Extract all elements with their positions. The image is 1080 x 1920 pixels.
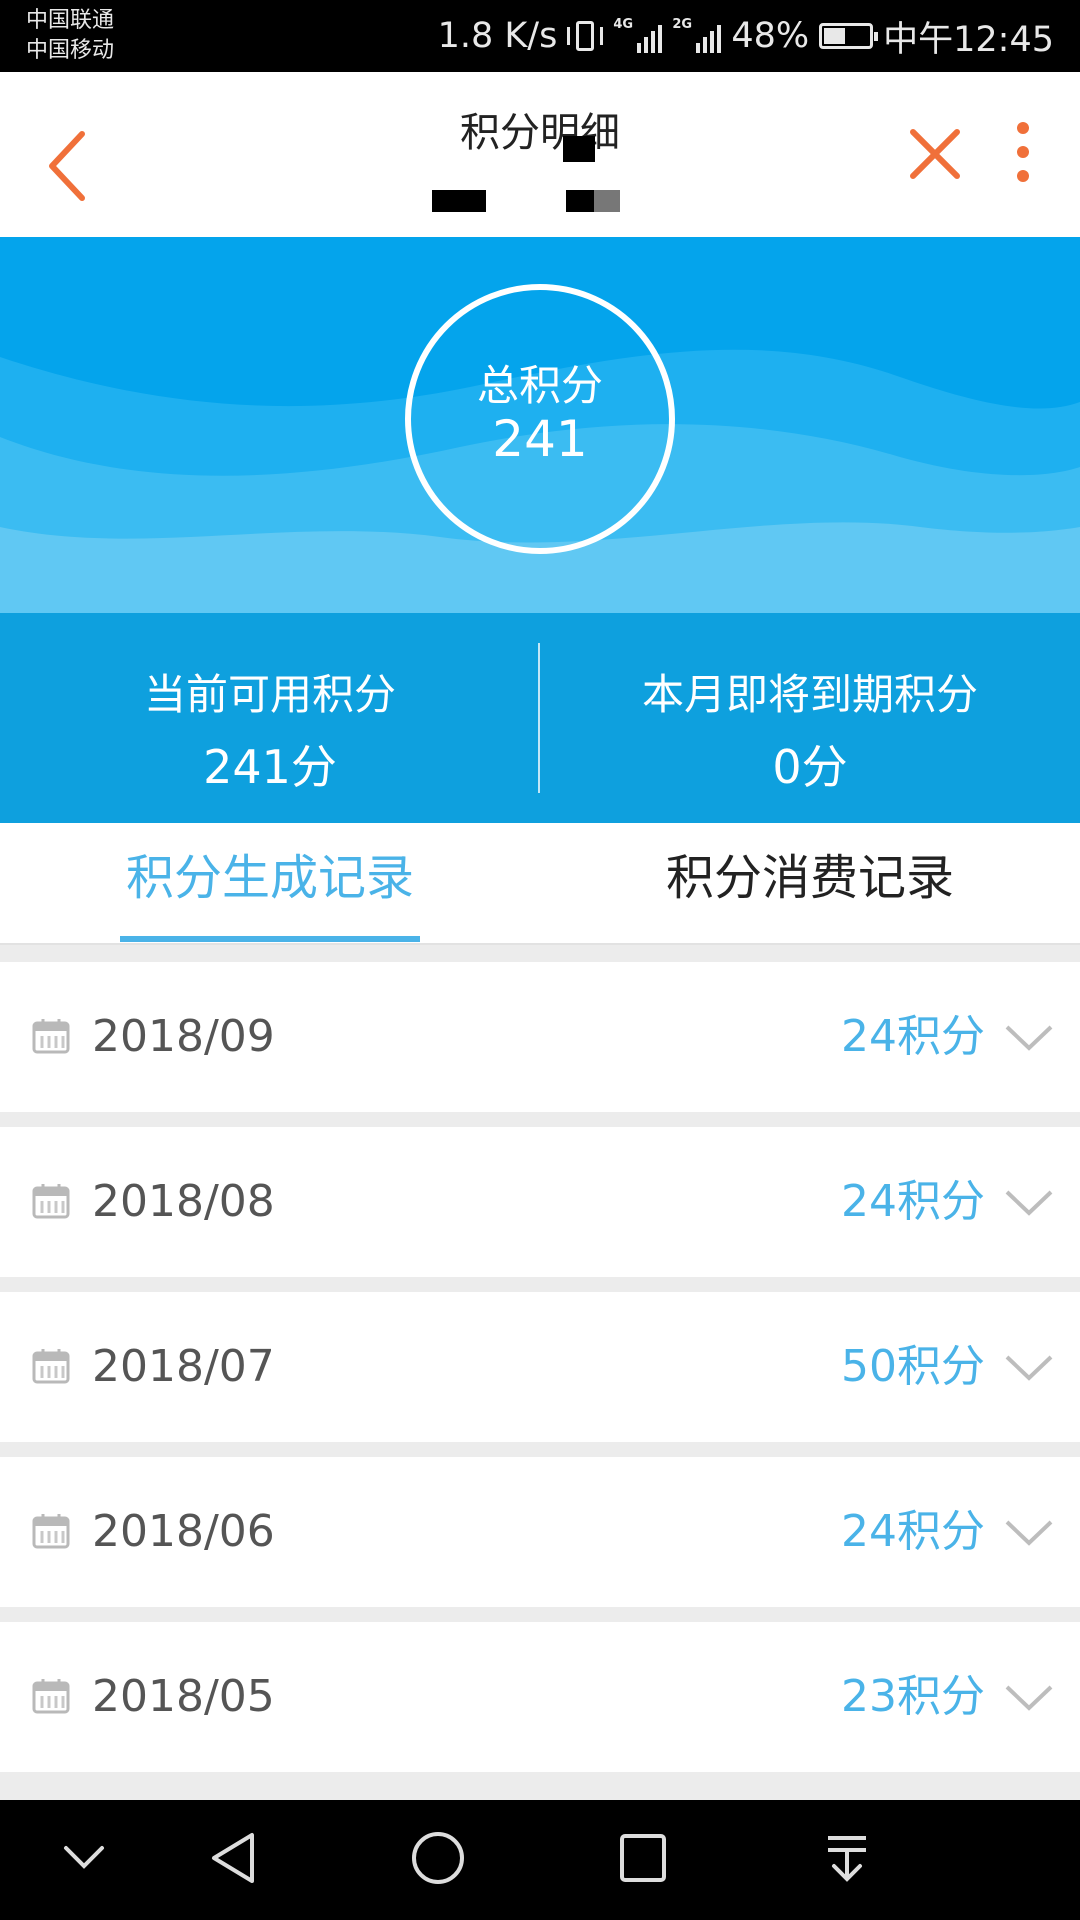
- list-item[interactable]: 2018/08 24积分: [0, 1127, 1080, 1277]
- points-hero: 总积分 241: [0, 237, 1080, 613]
- signal-icon-2: 2G: [672, 17, 722, 53]
- redaction-block: [563, 136, 595, 162]
- chevron-down-icon[interactable]: [1004, 1187, 1054, 1217]
- points-summary: 当前可用积分 241分 本月即将到期积分 0分: [0, 613, 1080, 823]
- record-points: 50积分: [841, 1341, 985, 1392]
- notification-pulldown-button[interactable]: [822, 1830, 872, 1886]
- redaction-block: [432, 190, 486, 212]
- chevron-down-icon[interactable]: [1004, 1022, 1054, 1052]
- network-speed: 1.8 K/s: [437, 16, 558, 56]
- record-date: 2018/06: [92, 1506, 275, 1557]
- expiring-points: 本月即将到期积分 0分: [540, 613, 1080, 823]
- carrier-2: 中国移动: [26, 38, 115, 63]
- redaction-block: [566, 190, 594, 212]
- expiring-points-value: 0分: [772, 740, 848, 794]
- total-points-label: 总积分: [476, 361, 603, 410]
- battery-icon: [819, 23, 879, 49]
- list-item[interactable]: 2018/05 23积分: [0, 1622, 1080, 1772]
- back-nav-button[interactable]: [208, 1830, 258, 1886]
- active-tab-indicator: [120, 936, 420, 942]
- expiring-points-label: 本月即将到期积分: [641, 670, 978, 719]
- chevron-down-icon[interactable]: [1004, 1352, 1054, 1382]
- list-item[interactable]: 2018/06 24积分: [0, 1457, 1080, 1607]
- record-date: 2018/05: [92, 1671, 275, 1722]
- calendar-icon: [32, 1349, 70, 1384]
- hide-nav-button[interactable]: [62, 1842, 106, 1872]
- tab-earned-records[interactable]: 积分生成记录: [0, 823, 540, 943]
- network-type-1: 4G: [613, 17, 634, 32]
- available-points-value: 241分: [203, 740, 337, 794]
- status-indicators: 1.8 K/s 4G 2G 48% 中午12:45: [438, 0, 1054, 72]
- available-points: 当前可用积分 241分: [0, 613, 540, 823]
- list-item[interactable]: 2018/09 24积分: [0, 962, 1080, 1112]
- carrier-1: 中国联通: [26, 8, 115, 33]
- redaction-block: [594, 190, 620, 212]
- list-item[interactable]: 2018/07 50积分: [0, 1292, 1080, 1442]
- close-icon: [910, 129, 960, 179]
- chevron-down-icon[interactable]: [1004, 1682, 1054, 1712]
- signal-icon-1: 4G: [613, 17, 663, 53]
- more-vertical-icon: [1017, 122, 1029, 182]
- record-points: 24积分: [841, 1011, 985, 1062]
- available-points-label: 当前可用积分: [143, 670, 396, 719]
- recents-nav-button[interactable]: [618, 1830, 668, 1886]
- record-points: 23积分: [841, 1671, 985, 1722]
- vibrate-icon: [567, 19, 604, 53]
- calendar-icon: [32, 1184, 70, 1219]
- header: 积分明细: [0, 72, 1080, 237]
- calendar-icon: [32, 1514, 70, 1549]
- network-type-2: 2G: [672, 17, 693, 32]
- record-points: 24积分: [841, 1176, 985, 1227]
- carrier-info: 中国联通 中国移动: [26, 6, 114, 66]
- record-date: 2018/09: [92, 1011, 275, 1062]
- record-points: 24积分: [841, 1506, 985, 1557]
- record-tabs: 积分生成记录 积分消费记录: [0, 823, 1080, 945]
- tab-spent-records[interactable]: 积分消费记录: [540, 823, 1080, 943]
- clock: 中午12:45: [883, 19, 1054, 60]
- calendar-icon: [32, 1019, 70, 1054]
- more-button[interactable]: [1005, 120, 1041, 190]
- status-bar: 中国联通 中国移动 1.8 K/s 4G 2G 48% 中午12:45: [0, 0, 1080, 72]
- system-nav-bar: [0, 1800, 1080, 1920]
- record-date: 2018/08: [92, 1176, 275, 1227]
- total-points-value: 241: [492, 410, 588, 468]
- record-date: 2018/07: [92, 1341, 275, 1392]
- calendar-icon: [32, 1679, 70, 1714]
- chevron-down-icon[interactable]: [1004, 1517, 1054, 1547]
- total-points-circle: 总积分 241: [405, 284, 675, 554]
- close-button[interactable]: [905, 124, 965, 184]
- battery-percent: 48%: [731, 16, 810, 56]
- home-nav-button[interactable]: [410, 1830, 466, 1886]
